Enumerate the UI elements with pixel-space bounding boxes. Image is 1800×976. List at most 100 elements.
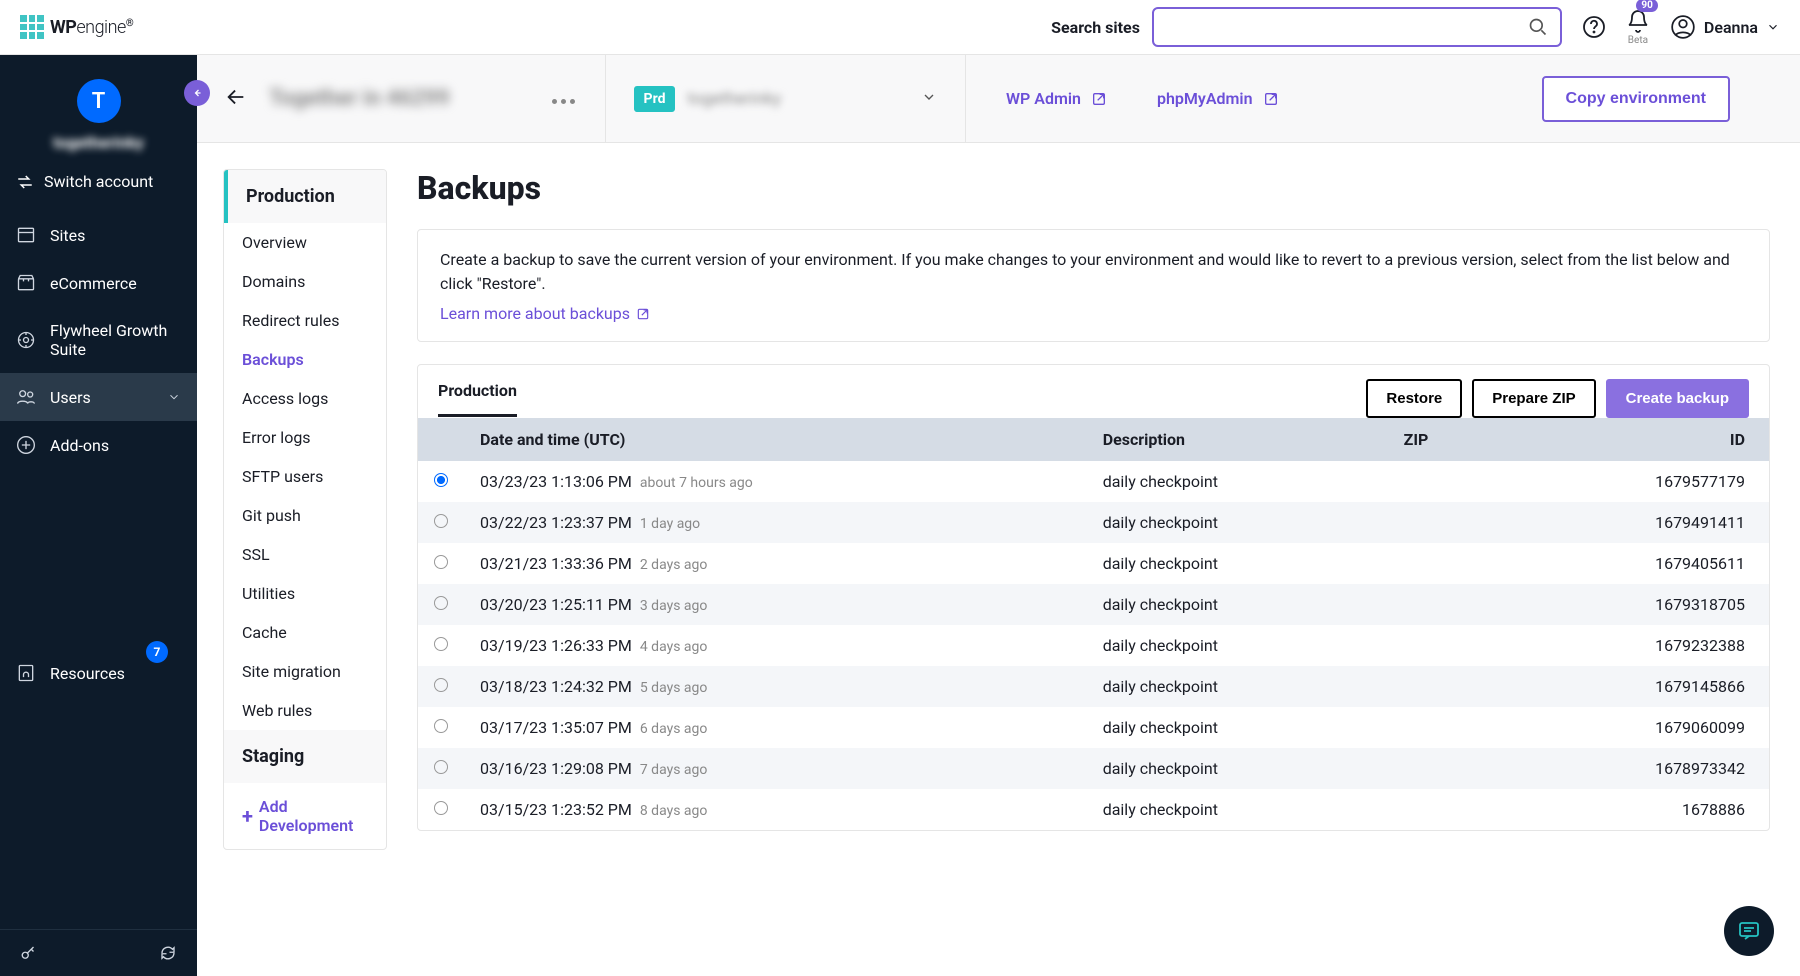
phpmyadmin-label: phpMyAdmin	[1157, 89, 1253, 108]
sub-nav-backups[interactable]: Backups	[224, 340, 386, 379]
sub-nav-site-migration[interactable]: Site migration	[224, 652, 386, 691]
sidebar-item-addons[interactable]: Add-ons	[0, 421, 197, 469]
backup-id: 1679232388	[1504, 625, 1770, 666]
backup-zip	[1388, 584, 1504, 625]
table-row[interactable]: 03/21/23 1:33:36 PM 2 days agodaily chec…	[418, 543, 1769, 584]
sidebar-item-flywheel[interactable]: Flywheel Growth Suite	[0, 307, 197, 373]
table-row[interactable]: 03/16/23 1:29:08 PM 7 days agodaily chec…	[418, 748, 1769, 789]
table-row[interactable]: 03/18/23 1:24:32 PM 5 days agodaily chec…	[418, 666, 1769, 707]
restore-button[interactable]: Restore	[1366, 379, 1462, 418]
logo-mark-icon	[20, 15, 44, 39]
table-row[interactable]: 03/15/23 1:23:52 PM 8 days agodaily chec…	[418, 789, 1769, 830]
create-backup-button[interactable]: Create backup	[1606, 379, 1749, 418]
backup-radio[interactable]	[434, 555, 448, 569]
backup-description: daily checkpoint	[1087, 625, 1388, 666]
learn-more-link[interactable]: Learn more about backups	[440, 304, 650, 323]
refresh-icon[interactable]	[159, 944, 177, 962]
user-menu[interactable]: Deanna	[1670, 14, 1780, 40]
sub-nav-ssl[interactable]: SSL	[224, 535, 386, 574]
top-header: WPengine® Search sites 90 Beta Deanna	[0, 0, 1800, 55]
info-text: Create a backup to save the current vers…	[440, 248, 1747, 296]
learn-more-label: Learn more about backups	[440, 304, 630, 323]
resources-icon	[16, 663, 36, 683]
env-switcher[interactable]	[921, 89, 937, 109]
search-box[interactable]	[1152, 7, 1562, 47]
external-link-icon	[636, 307, 650, 321]
sidebar-item-ecommerce[interactable]: eCommerce	[0, 259, 197, 307]
sub-nav-production-header[interactable]: Production	[224, 170, 386, 223]
sidebar-item-users[interactable]: Users	[0, 373, 197, 421]
site-header: Together in 46299 Prd togetherinky WP Ad…	[197, 55, 1800, 143]
page-title: Backups	[417, 169, 1770, 207]
sub-nav-error-logs[interactable]: Error logs	[224, 418, 386, 457]
backup-datetime: 03/21/23 1:33:36 PM	[480, 554, 632, 573]
sub-nav-overview[interactable]: Overview	[224, 223, 386, 262]
user-name: Deanna	[1704, 18, 1758, 37]
backup-radio[interactable]	[434, 514, 448, 528]
table-row[interactable]: 03/20/23 1:25:11 PM 3 days agodaily chec…	[418, 584, 1769, 625]
arrow-left-icon	[225, 86, 247, 108]
logo[interactable]: WPengine®	[20, 15, 133, 39]
col-date: Date and time (UTC)	[464, 418, 1087, 461]
backup-id: 1679405611	[1504, 543, 1770, 584]
table-row[interactable]: 03/23/23 1:13:06 PM about 7 hours agodai…	[418, 461, 1769, 502]
prepare-zip-button[interactable]: Prepare ZIP	[1472, 379, 1595, 418]
phpmyadmin-link[interactable]: phpMyAdmin	[1157, 89, 1279, 108]
table-row[interactable]: 03/22/23 1:23:37 PM 1 day agodaily check…	[418, 502, 1769, 543]
backup-radio[interactable]	[434, 719, 448, 733]
sidebar: T togetherinky Switch account Sites eCom…	[0, 55, 197, 976]
notifications-icon[interactable]: 90 Beta	[1626, 9, 1650, 46]
collapse-sidebar-button[interactable]	[184, 80, 210, 106]
help-icon[interactable]	[1582, 15, 1606, 39]
key-icon[interactable]	[20, 944, 38, 962]
back-button[interactable]	[225, 86, 269, 112]
sub-nav-web-rules[interactable]: Web rules	[224, 691, 386, 730]
backup-description: daily checkpoint	[1087, 748, 1388, 789]
sub-nav-redirect-rules[interactable]: Redirect rules	[224, 301, 386, 340]
backup-radio[interactable]	[434, 760, 448, 774]
backup-radio[interactable]	[434, 637, 448, 651]
table-row[interactable]: 03/17/23 1:35:07 PM 6 days agodaily chec…	[418, 707, 1769, 748]
switch-account-label: Switch account	[44, 172, 153, 191]
backup-id: 1679318705	[1504, 584, 1770, 625]
content: Backups Create a backup to save the curr…	[387, 143, 1800, 976]
chat-icon	[1737, 919, 1761, 943]
backup-description: daily checkpoint	[1087, 461, 1388, 502]
search-input[interactable]	[1166, 19, 1528, 36]
sub-nav-cache[interactable]: Cache	[224, 613, 386, 652]
backup-relative-time: 7 days ago	[640, 762, 708, 778]
external-link-icon	[1091, 91, 1107, 107]
sub-nav-domains[interactable]: Domains	[224, 262, 386, 301]
backup-radio[interactable]	[434, 801, 448, 815]
chevron-down-icon	[1766, 20, 1780, 34]
backup-radio[interactable]	[434, 596, 448, 610]
sidebar-item-resources[interactable]: 7 Resources	[0, 649, 197, 697]
site-more-menu[interactable]	[550, 89, 577, 108]
sidebar-item-sites[interactable]: Sites	[0, 211, 197, 259]
sidebar-item-label: Sites	[50, 226, 85, 245]
sub-nav-git-push[interactable]: Git push	[224, 496, 386, 535]
account-name: togetherinky	[0, 133, 197, 152]
table-row[interactable]: 03/19/23 1:26:33 PM 4 days agodaily chec…	[418, 625, 1769, 666]
backup-radio[interactable]	[434, 473, 448, 487]
sub-nav-utilities[interactable]: Utilities	[224, 574, 386, 613]
backup-radio[interactable]	[434, 678, 448, 692]
backup-id: 1678886	[1504, 789, 1770, 830]
backup-relative-time: 8 days ago	[640, 803, 708, 819]
chevron-down-icon	[167, 390, 181, 404]
backup-datetime: 03/19/23 1:26:33 PM	[480, 636, 632, 655]
backup-relative-time: 2 days ago	[640, 557, 708, 573]
switch-icon	[16, 173, 34, 191]
tab-production[interactable]: Production	[438, 381, 517, 417]
sub-nav-access-logs[interactable]: Access logs	[224, 379, 386, 418]
wp-admin-link[interactable]: WP Admin	[1006, 89, 1107, 108]
sub-nav-sftp-users[interactable]: SFTP users	[224, 457, 386, 496]
sub-nav-staging-header[interactable]: Staging	[224, 730, 386, 783]
copy-environment-button[interactable]: Copy environment	[1542, 76, 1730, 122]
sidebar-item-label: Users	[50, 388, 91, 407]
backup-description: daily checkpoint	[1087, 789, 1388, 830]
switch-account[interactable]: Switch account	[0, 162, 197, 211]
add-development[interactable]: +Add Development	[224, 783, 386, 849]
chat-fab[interactable]	[1724, 906, 1774, 956]
users-icon	[16, 387, 36, 407]
